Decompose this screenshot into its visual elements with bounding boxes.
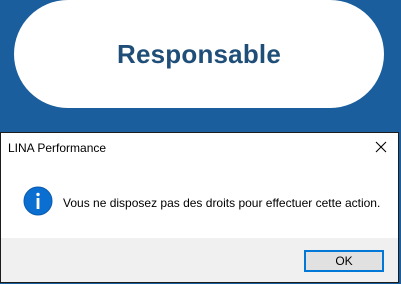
responsable-button-label: Responsable	[116, 38, 282, 69]
close-icon	[375, 141, 387, 153]
close-button[interactable]	[366, 133, 396, 161]
ok-button[interactable]: OK	[304, 250, 384, 272]
dialog-message: Vous ne disposez pas des droits pour eff…	[63, 196, 381, 210]
message-dialog: LINA Performance Vous ne disposez pas de…	[0, 132, 399, 283]
info-icon	[23, 186, 53, 216]
dialog-titlebar: LINA Performance	[1, 133, 398, 163]
dialog-footer: OK	[1, 238, 398, 282]
dialog-title: LINA Performance	[8, 141, 107, 155]
dialog-content: Vous ne disposez pas des droits pour eff…	[1, 163, 398, 239]
responsable-button[interactable]: Responsable	[14, 0, 384, 108]
